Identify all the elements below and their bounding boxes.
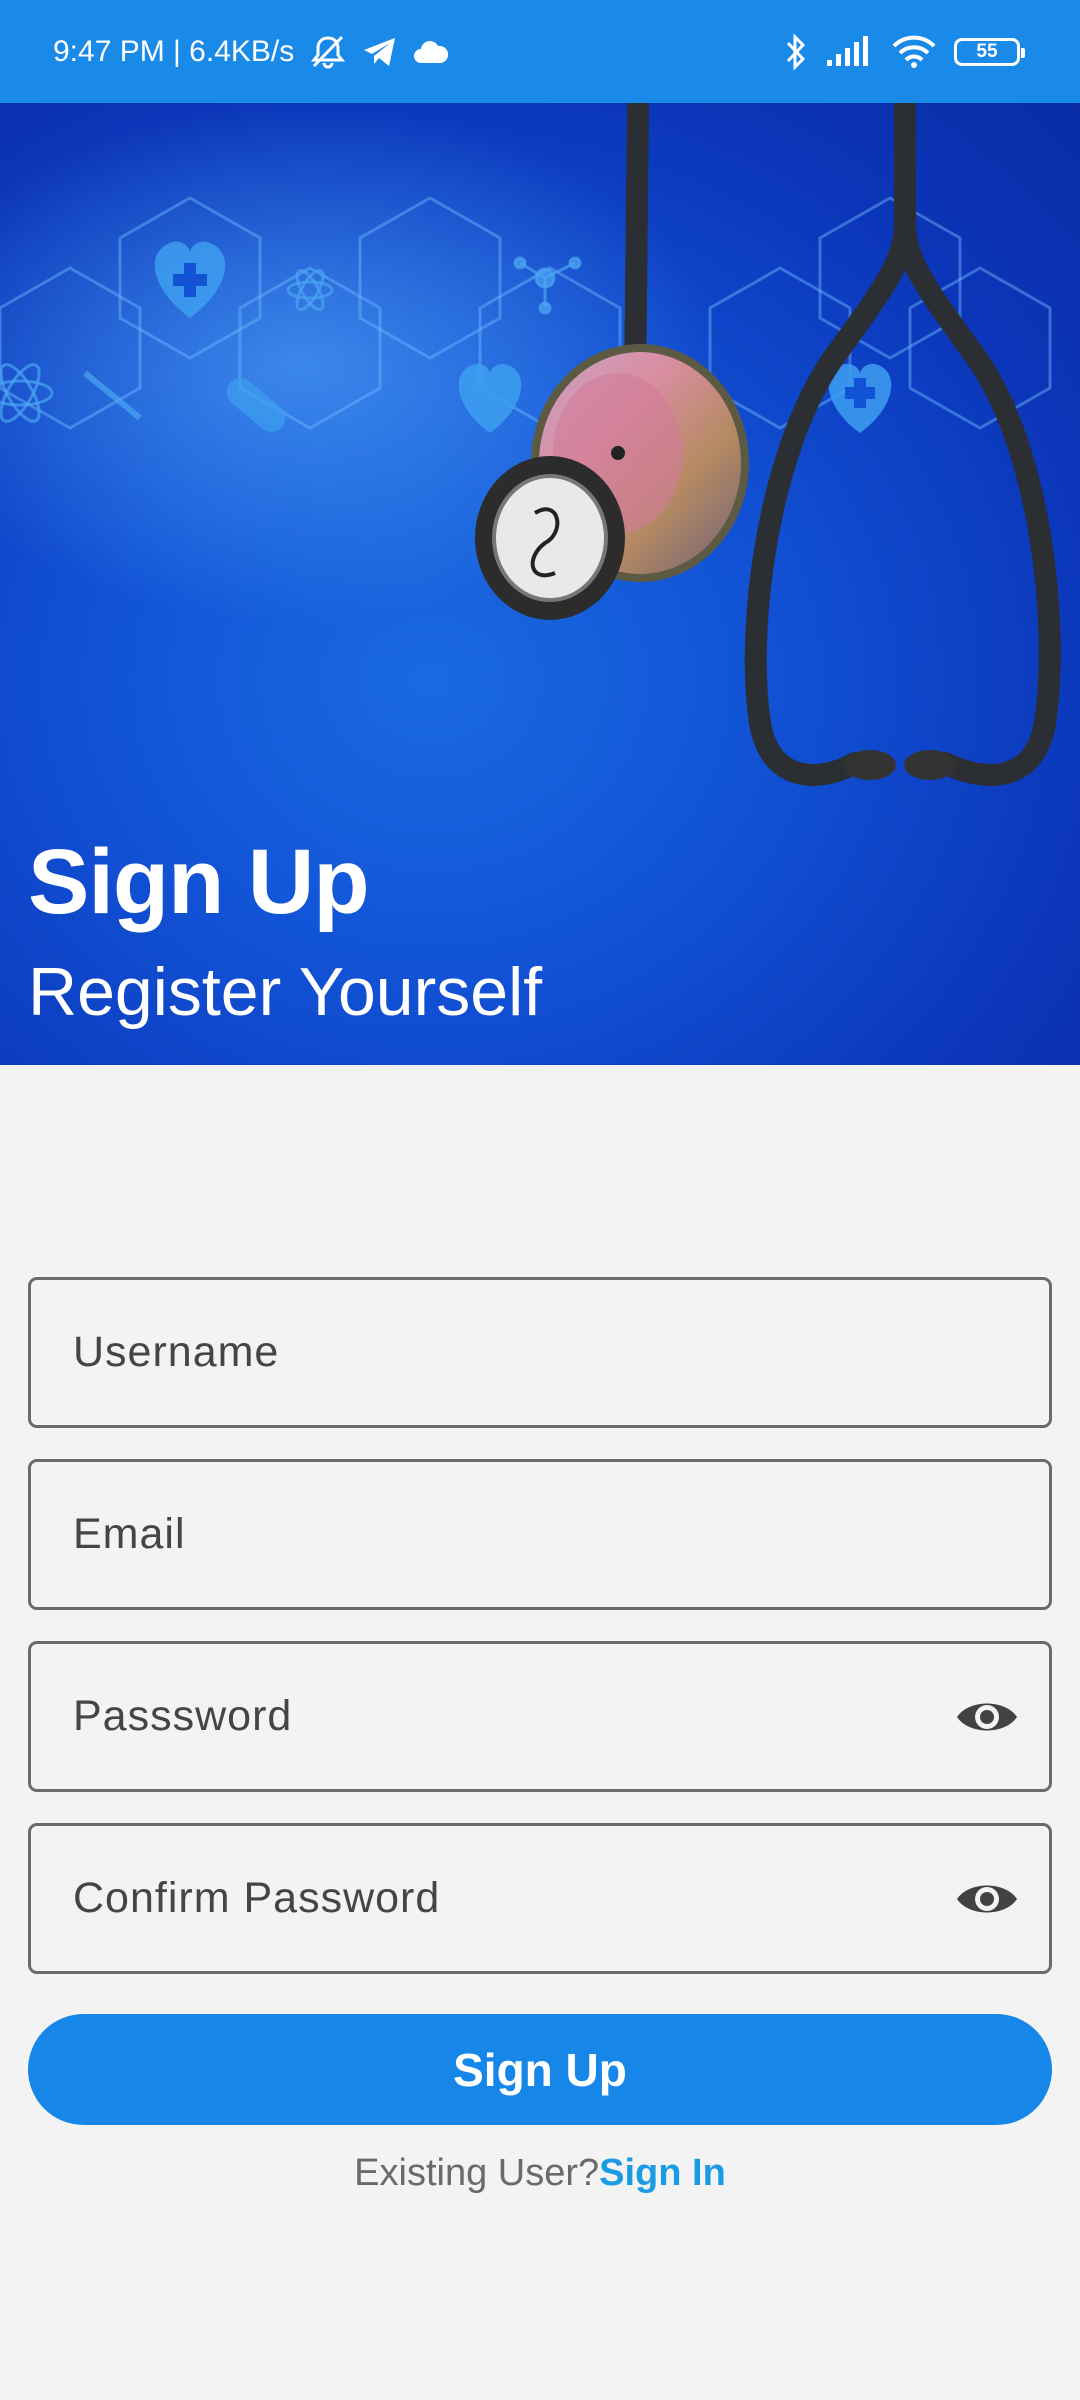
username-input[interactable] xyxy=(73,1328,933,1377)
page-subtitle: Register Yourself xyxy=(28,954,543,1030)
password-field[interactable] xyxy=(28,1641,1052,1792)
signup-button[interactable]: Sign Up xyxy=(28,2014,1052,2125)
cloud-icon xyxy=(412,39,450,65)
telegram-icon xyxy=(362,36,398,68)
confirm-password-input[interactable] xyxy=(73,1874,933,1923)
status-time-speed: 9:47 PM | 6.4KB/s xyxy=(53,34,295,68)
eye-icon[interactable] xyxy=(955,1877,1019,1921)
signal-icon xyxy=(826,35,874,68)
password-input[interactable] xyxy=(73,1692,933,1741)
signup-form xyxy=(28,1277,1052,2005)
mute-bell-icon xyxy=(308,34,348,70)
battery-level: 55 xyxy=(976,40,998,62)
email-input[interactable] xyxy=(73,1510,933,1559)
wifi-icon xyxy=(892,35,936,69)
battery-icon: 55 xyxy=(954,37,1025,66)
email-field[interactable] xyxy=(28,1459,1052,1610)
signin-link[interactable]: Sign In xyxy=(599,2152,726,2194)
status-left: 9:47 PM | 6.4KB/s xyxy=(53,34,450,70)
page-title: Sign Up xyxy=(28,831,370,933)
hero-banner: Sign Up Register Yourself xyxy=(0,103,1080,1065)
eye-icon[interactable] xyxy=(955,1695,1019,1739)
status-bar: 9:47 PM | 6.4KB/s 55 xyxy=(0,0,1080,103)
username-field[interactable] xyxy=(28,1277,1052,1428)
signin-prompt: Existing User?Sign In xyxy=(0,2152,1080,2195)
status-right: 55 xyxy=(784,32,1025,71)
confirm-password-field[interactable] xyxy=(28,1823,1052,1974)
bluetooth-icon xyxy=(784,32,808,71)
existing-user-text: Existing User? xyxy=(354,2152,600,2194)
